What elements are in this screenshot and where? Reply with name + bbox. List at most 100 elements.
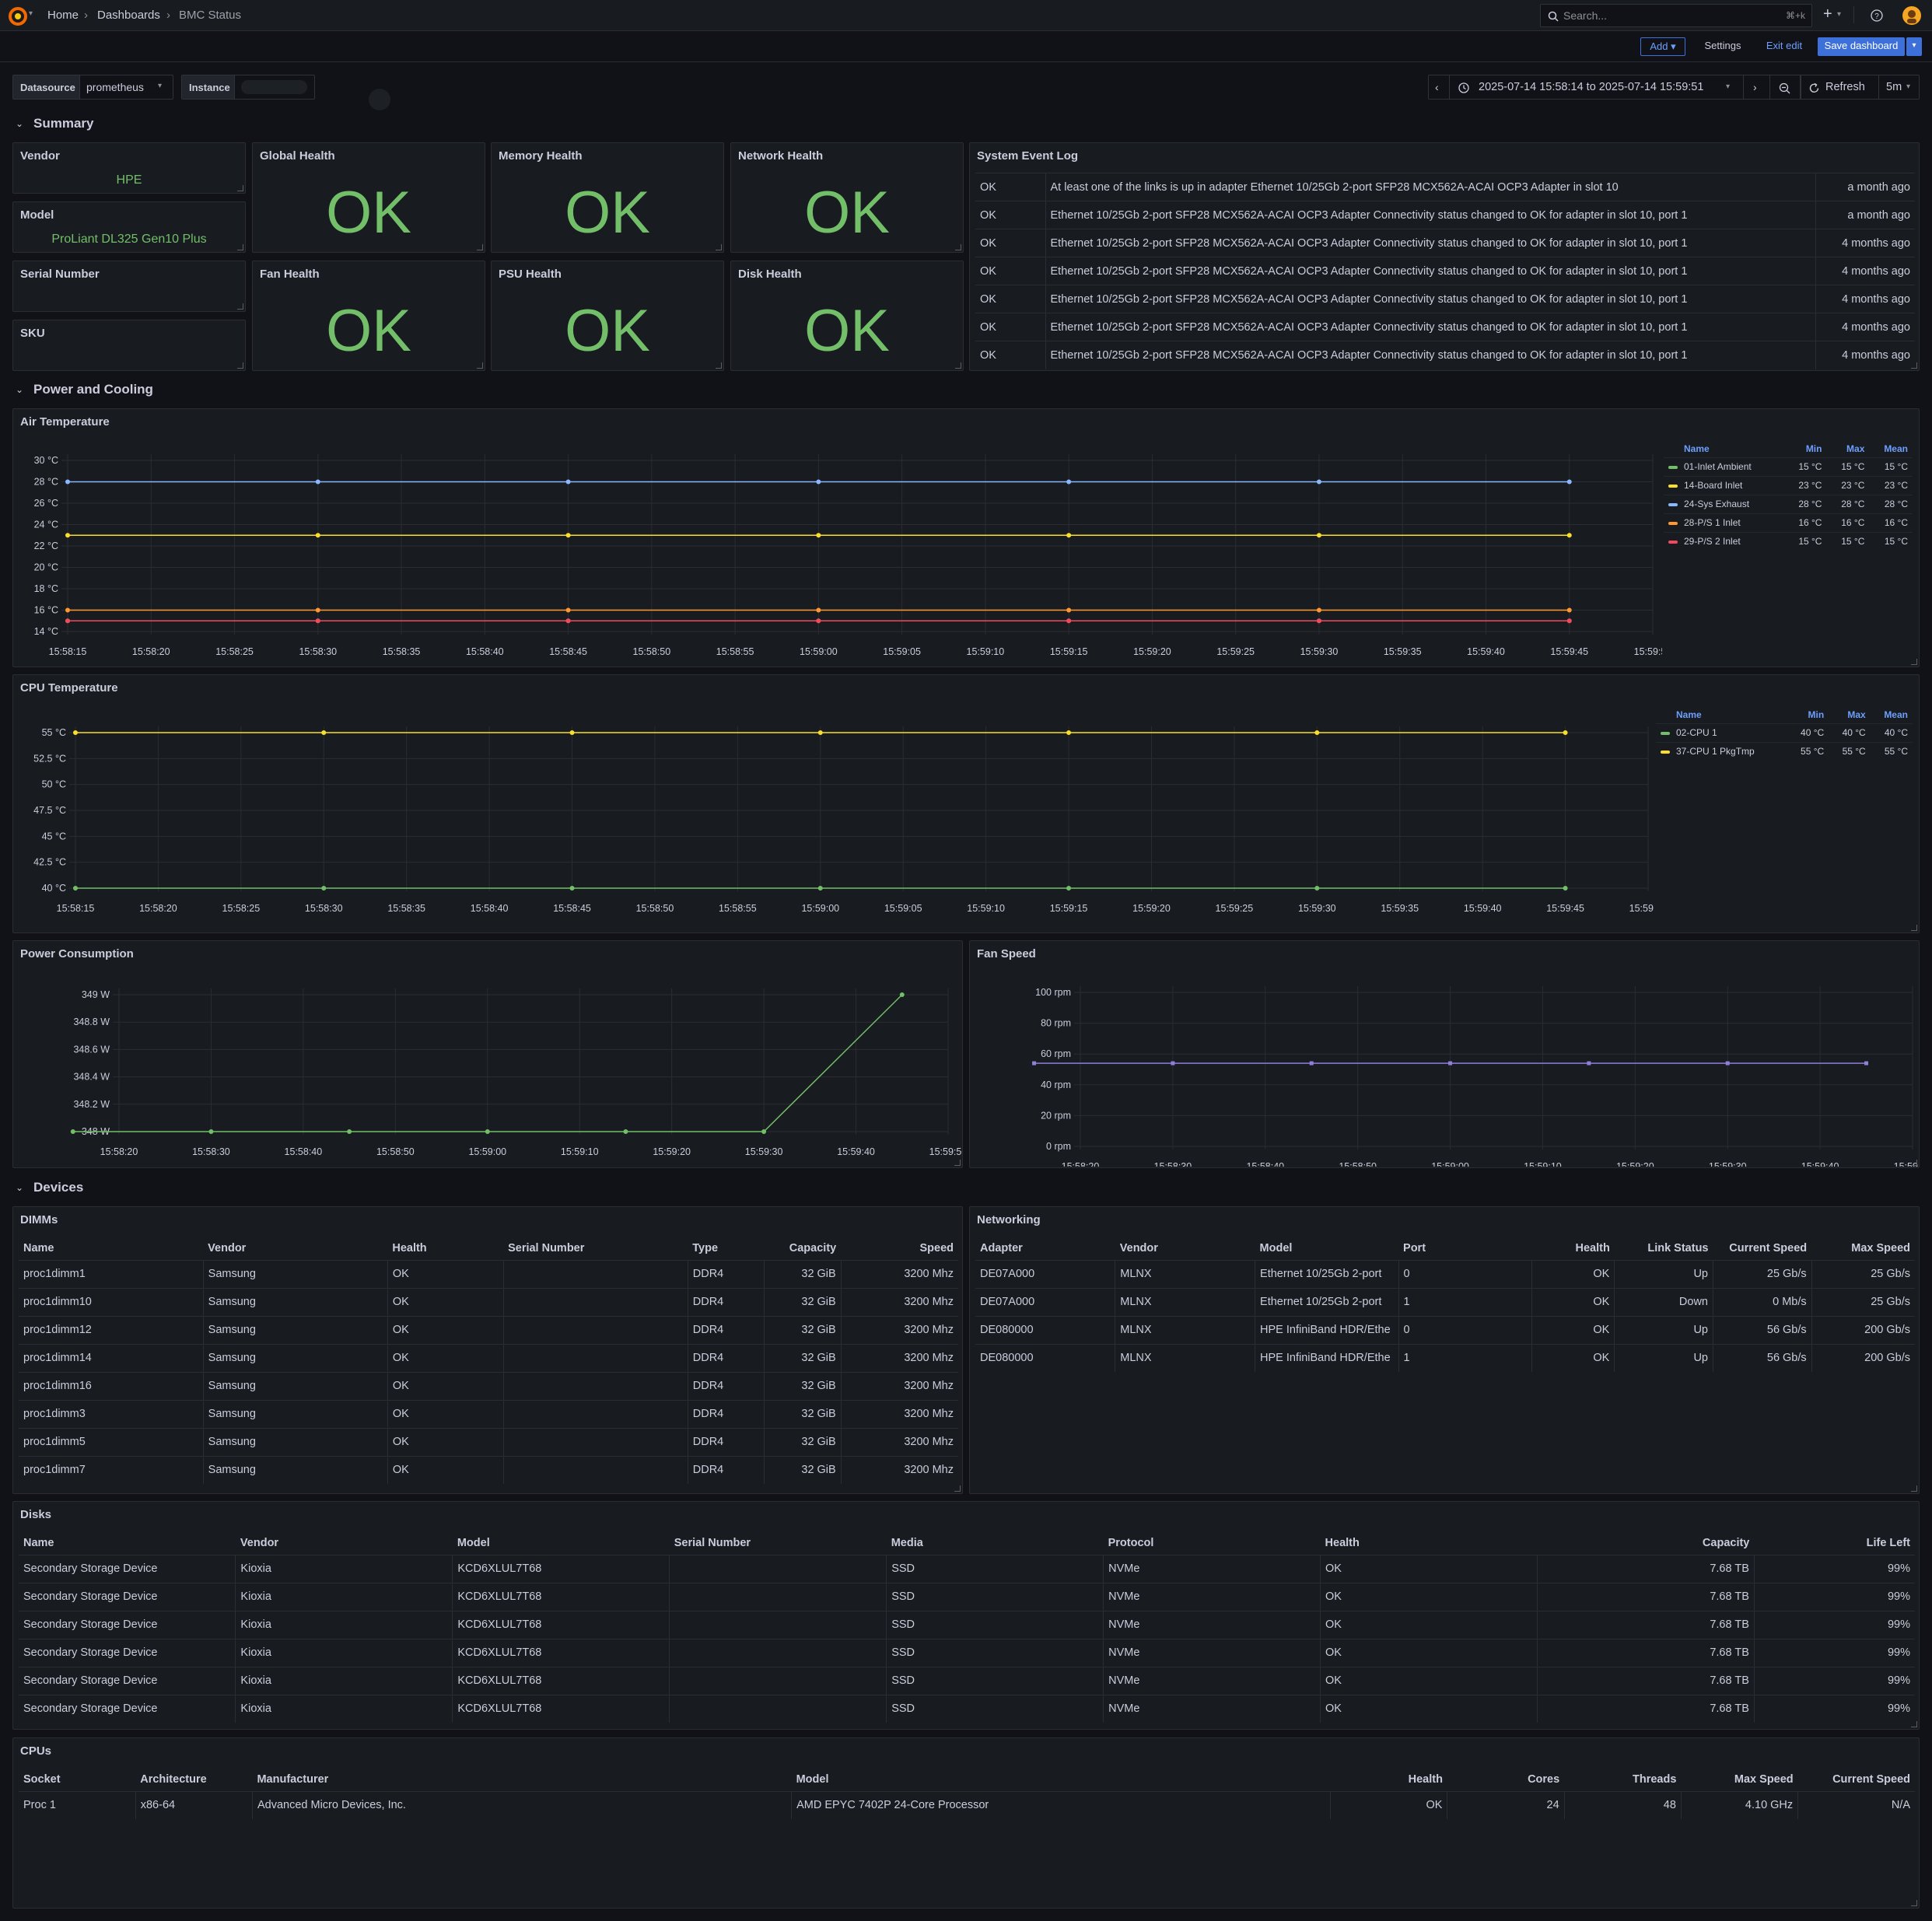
refresh-interval[interactable]: 5m: [1886, 81, 1902, 93]
column-header[interactable]: Vendor: [1115, 1237, 1255, 1260]
column-header[interactable]: Capacity: [765, 1237, 841, 1260]
column-header[interactable]: Architecture: [135, 1768, 252, 1791]
row-title-power-and-cooling[interactable]: Power and Cooling: [33, 382, 153, 397]
air-temperature-chart[interactable]: 30 °C 28 °C 26 °C 24 °C 22 °C 20 °C 18 °C 16 °C…: [13, 432, 1662, 666]
new-plus-icon[interactable]: +: [1823, 5, 1832, 23]
column-header[interactable]: Name: [19, 1237, 203, 1260]
refresh-chevron-down-icon[interactable]: ▾: [1906, 82, 1910, 91]
legend-column-header[interactable]: Name: [1656, 706, 1787, 723]
help-icon[interactable]: ?: [1871, 9, 1883, 22]
refresh-picker[interactable]: Refresh 5m ▾: [1800, 75, 1920, 100]
column-header[interactable]: Vendor: [203, 1237, 387, 1260]
column-header[interactable]: Socket: [19, 1768, 135, 1791]
cpu-temperature-chart[interactable]: 55 °C 52.5 °C 50 °C 47.5 °C 45 °C 42.5 °C 40 °…: [13, 698, 1654, 932]
column-header[interactable]: Type: [688, 1237, 764, 1260]
legend-column-header[interactable]: Max: [1829, 706, 1871, 723]
refresh-label[interactable]: Refresh: [1825, 81, 1865, 93]
column-header[interactable]: Media: [887, 1531, 1104, 1555]
datasource-chevron-down-icon[interactable]: ▾: [158, 82, 162, 90]
column-header[interactable]: Serial Number: [503, 1237, 688, 1260]
legend-name[interactable]: 37-CPU 1 PkgTmp: [1656, 741, 1787, 761]
time-forward-chevron-icon[interactable]: ›: [1753, 81, 1757, 93]
row-title-devices[interactable]: Devices: [33, 1180, 83, 1195]
panel-resize-handle[interactable]: [1911, 1160, 1917, 1166]
panel-resize-handle[interactable]: [1911, 1721, 1917, 1727]
save-options-chevron-icon[interactable]: ▾: [1906, 37, 1922, 56]
exit-edit-button[interactable]: Exit edit: [1761, 37, 1808, 56]
panel-resize-handle[interactable]: [237, 303, 243, 310]
column-header[interactable]: Health: [387, 1237, 503, 1260]
legend-column-header[interactable]: Name: [1664, 440, 1784, 457]
zoom-out-icon[interactable]: [1779, 82, 1791, 95]
air-temp-legend-row[interactable]: 29-P/S 2 Inlet 15 °C 15 °C 15 °C: [1664, 531, 1913, 551]
panel-resize-handle[interactable]: [955, 244, 961, 250]
cpu-temp-legend-row[interactable]: 02-CPU 1 40 °C 40 °C 40 °C: [1656, 723, 1913, 742]
column-header[interactable]: Threads: [1564, 1768, 1681, 1791]
fan-speed-chart[interactable]: 100 rpm 80 rpm 60 rpm 40 rpm 20 rpm 0 rpm 15:5…: [970, 964, 1919, 1167]
panel-resize-handle[interactable]: [955, 362, 961, 369]
column-header[interactable]: Health: [1331, 1768, 1447, 1791]
panel-resize-handle[interactable]: [477, 244, 483, 250]
panel-resize-handle[interactable]: [237, 362, 243, 369]
legend-column-header[interactable]: Mean: [1869, 440, 1913, 457]
column-header[interactable]: Health: [1532, 1237, 1615, 1260]
legend-column-header[interactable]: Min: [1787, 706, 1829, 723]
logo-chevron-down-icon[interactable]: ▾: [29, 9, 33, 18]
column-header[interactable]: Max Speed: [1811, 1237, 1915, 1260]
refresh-icon[interactable]: [1808, 82, 1820, 94]
legend-name[interactable]: 01-Inlet Ambient: [1664, 457, 1784, 476]
air-temp-legend-row[interactable]: 01-Inlet Ambient 15 °C 15 °C 15 °C: [1664, 457, 1913, 476]
column-header[interactable]: Link Status: [1615, 1237, 1713, 1260]
column-header[interactable]: Protocol: [1104, 1531, 1321, 1555]
panel-resize-handle[interactable]: [237, 185, 243, 191]
legend-name[interactable]: 14-Board Inlet: [1664, 475, 1784, 495]
grafana-logo-icon[interactable]: [8, 6, 28, 26]
time-range-text[interactable]: 2025-07-14 15:58:14 to 2025-07-14 15:59:…: [1479, 81, 1703, 93]
column-header[interactable]: Port: [1398, 1237, 1532, 1260]
time-range-chevron-down-icon[interactable]: ▾: [1726, 82, 1730, 91]
power-consumption-chart[interactable]: 349 W348.8 W348.6 W348.4 W348.2 W348 W15…: [13, 964, 962, 1167]
panel-resize-handle[interactable]: [1911, 925, 1917, 931]
save-dashboard-button[interactable]: Save dashboard: [1818, 37, 1905, 56]
instance-variable[interactable]: Instance: [181, 75, 315, 100]
instance-value[interactable]: [241, 80, 307, 94]
column-header[interactable]: Cores: [1447, 1768, 1564, 1791]
legend-column-header[interactable]: Mean: [1871, 706, 1913, 723]
legend-name[interactable]: 02-CPU 1: [1656, 723, 1787, 742]
time-range-picker[interactable]: ‹ 2025-07-14 15:58:14 to 2025-07-14 15:5…: [1428, 75, 1801, 100]
legend-name[interactable]: 28-P/S 1 Inlet: [1664, 513, 1784, 532]
panel-resize-handle[interactable]: [716, 244, 722, 250]
panel-resize-handle[interactable]: [1911, 362, 1917, 369]
column-header[interactable]: Capacity: [1537, 1531, 1754, 1555]
legend-column-header[interactable]: Min: [1784, 440, 1827, 457]
panel-resize-handle[interactable]: [954, 1160, 961, 1166]
column-header[interactable]: Current Speed: [1798, 1768, 1915, 1791]
row-title-summary[interactable]: Summary: [33, 116, 93, 131]
column-header[interactable]: Vendor: [236, 1531, 453, 1555]
breadcrumb-home[interactable]: Home: [47, 9, 79, 22]
time-back-chevron-icon[interactable]: ‹: [1435, 81, 1439, 93]
air-temp-legend-row[interactable]: 24-Sys Exhaust 28 °C 28 °C 28 °C: [1664, 494, 1913, 513]
legend-name[interactable]: 24-Sys Exhaust: [1664, 494, 1784, 513]
datasource-variable[interactable]: Datasource prometheus ▾: [12, 75, 173, 100]
search-input[interactable]: Search... ⌘+k: [1540, 4, 1812, 27]
column-header[interactable]: Serial Number: [670, 1531, 887, 1555]
column-header[interactable]: Model: [792, 1768, 1331, 1791]
settings-button[interactable]: Settings: [1699, 37, 1747, 56]
column-header[interactable]: Manufacturer: [252, 1768, 791, 1791]
column-header[interactable]: Life Left: [1754, 1531, 1915, 1555]
panel-resize-handle[interactable]: [716, 362, 722, 369]
panel-resize-handle[interactable]: [1911, 1485, 1917, 1492]
column-header[interactable]: Speed: [841, 1237, 958, 1260]
cpu-temp-legend-row[interactable]: 37-CPU 1 PkgTmp 55 °C 55 °C 55 °C: [1656, 741, 1913, 761]
user-avatar[interactable]: [1902, 6, 1921, 25]
air-temp-legend-row[interactable]: 14-Board Inlet 23 °C 23 °C 23 °C: [1664, 475, 1913, 495]
column-header[interactable]: Adapter: [975, 1237, 1115, 1260]
column-header[interactable]: Max Speed: [1681, 1768, 1797, 1791]
panel-resize-handle[interactable]: [1911, 659, 1917, 665]
legend-name[interactable]: 29-P/S 2 Inlet: [1664, 531, 1784, 551]
add-button[interactable]: Add ▾: [1640, 37, 1685, 56]
breadcrumb-dashboards[interactable]: Dashboards: [97, 9, 160, 22]
column-header[interactable]: Current Speed: [1713, 1237, 1812, 1260]
datasource-value[interactable]: prometheus: [86, 81, 144, 93]
